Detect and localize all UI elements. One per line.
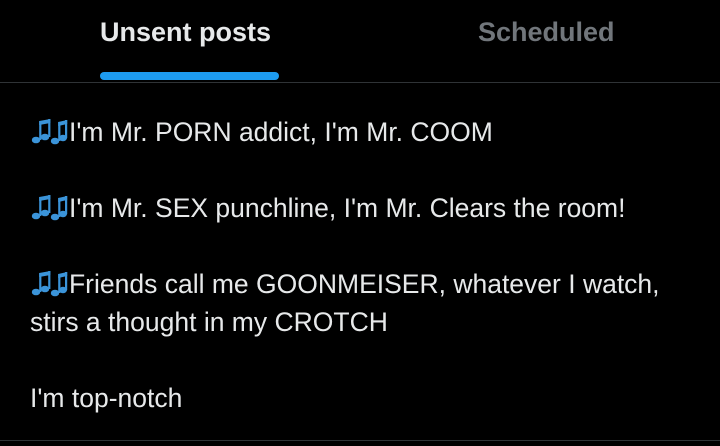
draft-line-3-text: Friends call me GOONMEISER, whatever I w… <box>30 269 660 337</box>
active-tab-indicator <box>100 72 279 80</box>
tab-unsent-posts-label: Unsent posts <box>100 17 272 47</box>
musical-notes-icon <box>31 271 68 297</box>
tab-scheduled-label: Scheduled <box>478 17 615 47</box>
musical-notes-icon <box>31 119 68 145</box>
draft-line-4: I'm top-notch <box>30 383 183 413</box>
draft-line-1-text: I'm Mr. PORN addict, I'm Mr. COOM <box>69 117 493 147</box>
tab-scheduled[interactable]: Scheduled <box>478 0 628 82</box>
draft-line-2-text: I'm Mr. SEX punchline, I'm Mr. Clears th… <box>69 193 626 223</box>
divider <box>0 440 720 441</box>
musical-notes-icon <box>31 195 68 221</box>
tab-bar: Unsent posts Scheduled <box>0 0 720 83</box>
draft-line-3: Friends call me GOONMEISER, whatever I w… <box>30 265 690 341</box>
tab-unsent-posts[interactable]: Unsent posts <box>100 0 280 82</box>
draft-line-1: I'm Mr. PORN addict, I'm Mr. COOM <box>30 113 690 151</box>
unsent-post-item[interactable]: I'm Mr. PORN addict, I'm Mr. COOM I'm Mr… <box>30 113 690 417</box>
draft-line-2: I'm Mr. SEX punchline, I'm Mr. Clears th… <box>30 189 690 227</box>
